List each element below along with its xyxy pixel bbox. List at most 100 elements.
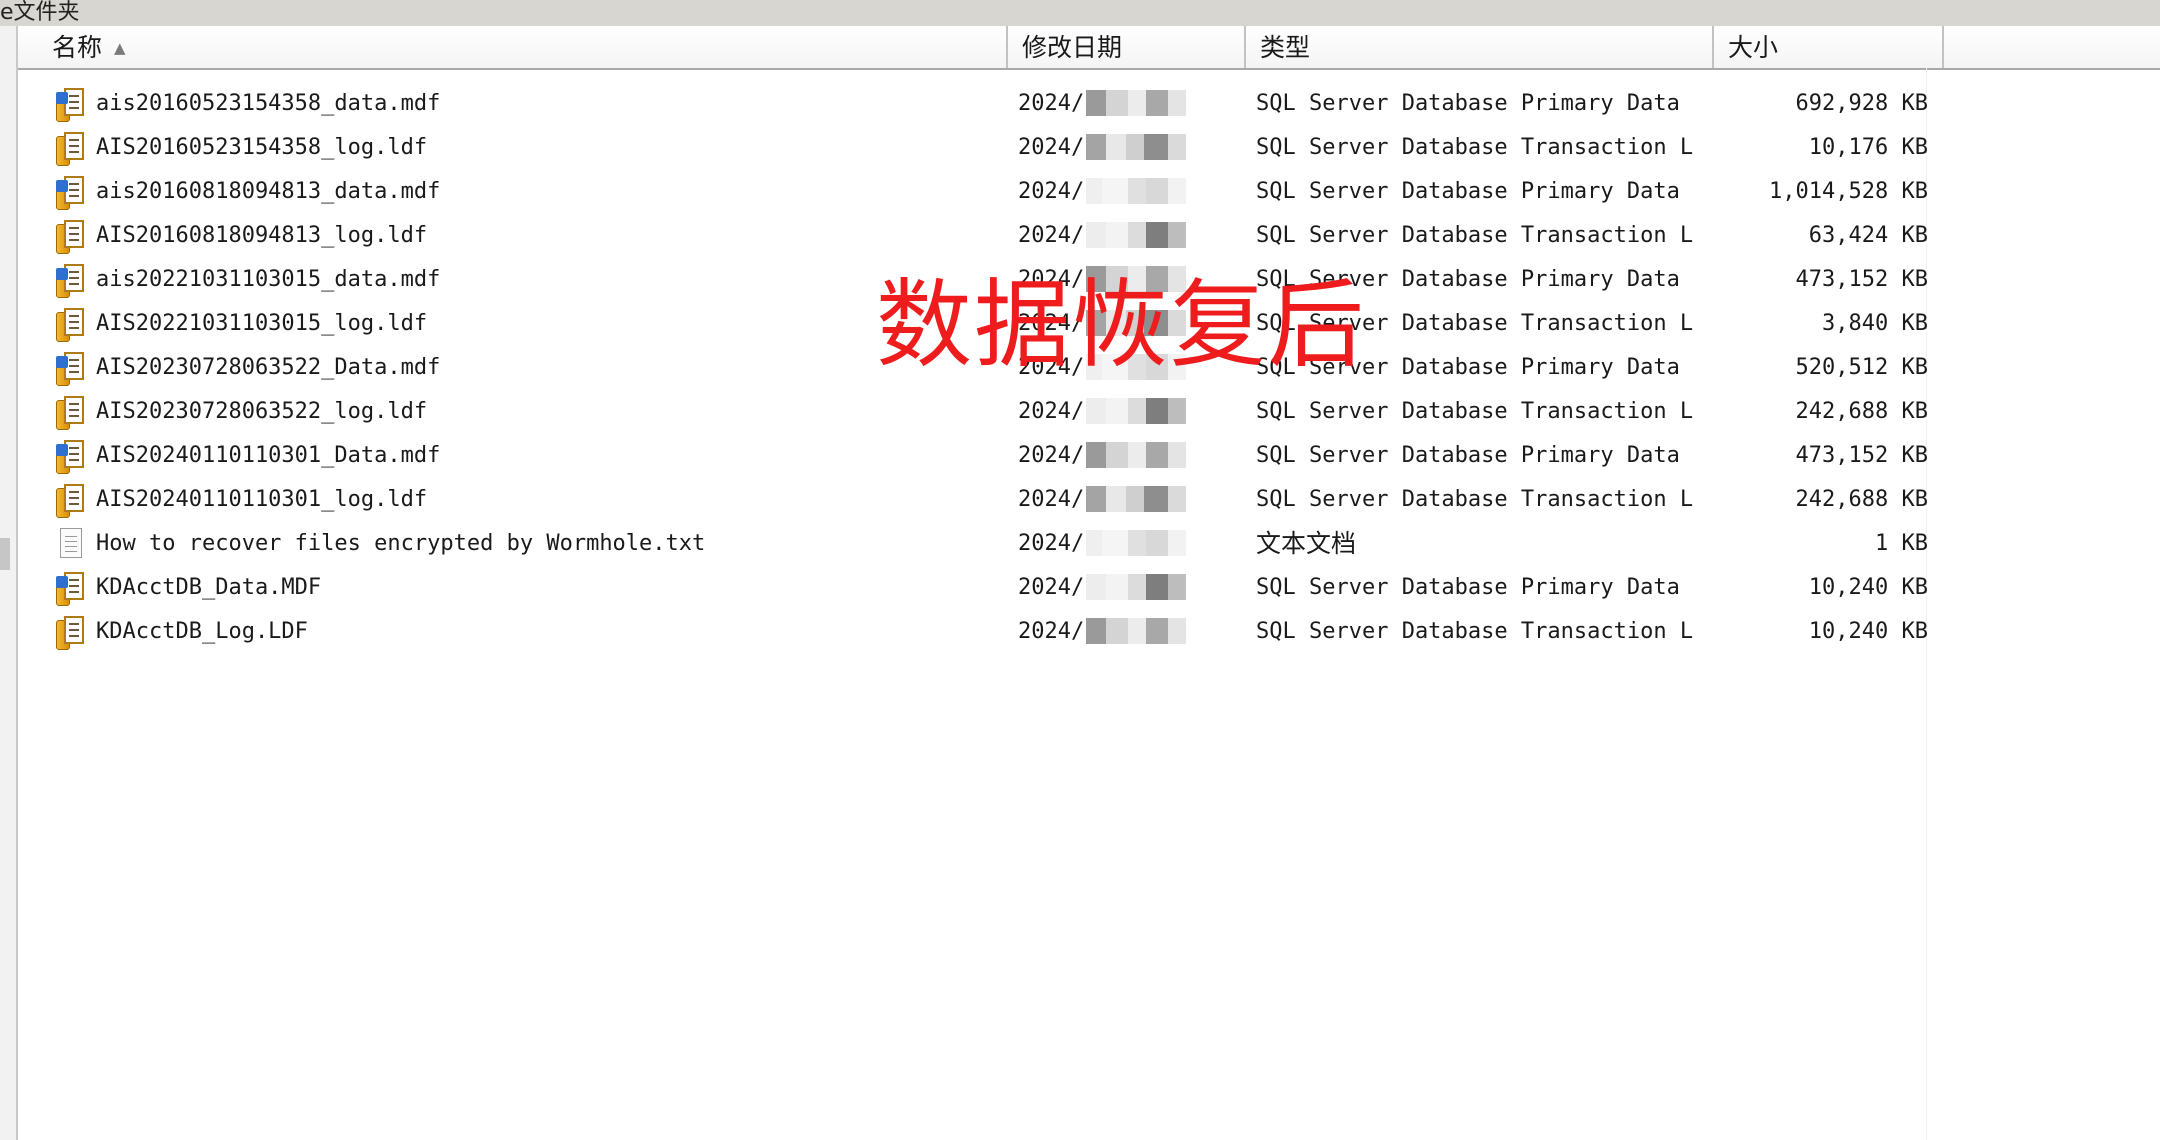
- file-name[interactable]: ais20221031103015_data.mdf: [96, 258, 996, 302]
- file-name[interactable]: ais20160523154358_data.mdf: [96, 82, 996, 126]
- pixel-block: [1086, 222, 1106, 248]
- pixel-block: [1106, 398, 1128, 424]
- file-row[interactable]: KDAcctDB_Data.MDF 2024/(SQL Server Databa…: [18, 566, 1928, 610]
- column-header-size-label: 大小: [1728, 33, 1779, 62]
- file-type: SQL Server Database Transaction L...: [1256, 619, 1696, 644]
- file-size: 242,688 KB: [1795, 487, 1928, 512]
- pixel-block: [1146, 530, 1168, 556]
- file-size: 10,240 KB: [1808, 619, 1928, 644]
- pixel-block: [1168, 134, 1186, 160]
- redacted-date-pixelation: [1086, 486, 1226, 514]
- redacted-date-pixelation: [1086, 618, 1226, 646]
- pixel-block: [1128, 222, 1146, 248]
- file-name[interactable]: AIS20240110110301_Data.mdf: [96, 434, 996, 478]
- file-name[interactable]: How to recover files encrypted by Wormho…: [96, 522, 996, 566]
- pixel-block: [1086, 134, 1106, 160]
- pixel-block: [1106, 442, 1128, 468]
- pixel-block: [1106, 574, 1128, 600]
- redacted-date-pixelation: [1086, 222, 1226, 250]
- navigation-pane-edge[interactable]: [0, 26, 18, 1140]
- pixel-block: [1146, 222, 1168, 248]
- file-row[interactable]: AIS20230728063522_log.ldf 2024/(SQL Serve…: [18, 390, 1928, 434]
- pixel-block: [1146, 178, 1168, 204]
- file-size: 1,014,528 KB: [1769, 179, 1928, 204]
- file-row[interactable]: KDAcctDB_Log.LDF 2024/(SQL Server Databas…: [18, 610, 1928, 654]
- pixel-block: [1146, 398, 1168, 424]
- file-type: SQL Server Database Transaction L...: [1256, 223, 1696, 248]
- sql-log-file-icon: [54, 302, 88, 346]
- file-modified-date: 2024/(: [1018, 531, 1088, 556]
- pixel-block: [1086, 442, 1106, 468]
- file-name[interactable]: ais20160818094813_data.mdf: [96, 170, 996, 214]
- file-name[interactable]: AIS20160523154358_log.ldf: [96, 126, 996, 170]
- redacted-date-pixelation: [1086, 398, 1226, 426]
- file-size: 473,152 KB: [1795, 267, 1928, 292]
- redacted-date-pixelation: [1086, 90, 1226, 118]
- pixel-block: [1128, 530, 1146, 556]
- column-header-filler: [1944, 26, 2160, 68]
- column-header-name[interactable]: 名称 ▲: [18, 26, 1008, 68]
- pixel-block: [1168, 398, 1186, 424]
- pixel-block: [1168, 574, 1186, 600]
- file-name[interactable]: KDAcctDB_Data.MDF: [96, 566, 996, 610]
- pixel-block: [1106, 486, 1126, 512]
- file-size: 3,840 KB: [1822, 311, 1928, 336]
- file-modified-date: 2024/(: [1018, 443, 1088, 468]
- column-header-type[interactable]: 类型: [1246, 26, 1714, 68]
- sql-log-file-icon: [54, 214, 88, 258]
- pixel-block: [1106, 134, 1126, 160]
- pixel-block: [1146, 574, 1168, 600]
- file-row[interactable]: AIS20160818094813_log.ldf 2024/(SQL Serve…: [18, 214, 1928, 258]
- column-header-name-label: 名称: [52, 33, 103, 62]
- pixel-block: [1168, 486, 1186, 512]
- redacted-date-pixelation: [1086, 442, 1226, 470]
- pixel-block: [1144, 486, 1168, 512]
- redacted-date-pixelation: [1086, 574, 1226, 602]
- file-name[interactable]: KDAcctDB_Log.LDF: [96, 610, 996, 654]
- file-modified-date: 2024/(: [1018, 91, 1088, 116]
- pixel-block: [1128, 442, 1146, 468]
- sql-log-file-icon: [54, 126, 88, 170]
- file-type: SQL Server Database Transaction L...: [1256, 487, 1696, 512]
- watermark-caption: 数据恢复后: [876, 269, 1366, 381]
- sql-data-file-icon: [54, 566, 88, 610]
- pixel-block: [1102, 178, 1128, 204]
- sql-data-file-icon: [54, 170, 88, 214]
- pixel-block: [1168, 618, 1186, 644]
- file-name[interactable]: AIS20230728063522_log.ldf: [96, 390, 996, 434]
- file-type: SQL Server Database Primary Data ...: [1256, 443, 1696, 468]
- file-name[interactable]: AIS20221031103015_log.ldf: [96, 302, 996, 346]
- pixel-block: [1128, 574, 1146, 600]
- file-row[interactable]: AIS20240110110301_log.ldf 2024/(SQL Serve…: [18, 478, 1928, 522]
- column-header-size[interactable]: 大小: [1714, 26, 1944, 68]
- pixel-block: [1128, 178, 1146, 204]
- file-name[interactable]: AIS20230728063522_Data.mdf: [96, 346, 996, 390]
- file-modified-date: 2024/(: [1018, 179, 1088, 204]
- sql-log-file-icon: [54, 478, 88, 522]
- file-row[interactable]: How to recover files encrypted by Wormho…: [18, 522, 1928, 566]
- file-type: SQL Server Database Transaction L...: [1256, 135, 1696, 160]
- file-row[interactable]: ais20160818094813_data.mdf 2024/(SQL Serv…: [18, 170, 1928, 214]
- file-row[interactable]: AIS20240110110301_Data.mdf 2024/( SQL Serv…: [18, 434, 1928, 478]
- file-name[interactable]: AIS20240110110301_log.ldf: [96, 478, 996, 522]
- file-name[interactable]: AIS20160818094813_log.ldf: [96, 214, 996, 258]
- pixel-block: [1144, 134, 1168, 160]
- pixel-block: [1146, 618, 1168, 644]
- column-header-type-label: 类型: [1260, 33, 1311, 62]
- pixel-block: [1106, 618, 1128, 644]
- file-row[interactable]: ais20160523154358_data.mdf 2024/(SQL Serv…: [18, 82, 1928, 126]
- file-type: 文本文档: [1256, 529, 1357, 558]
- sort-ascending-icon: ▲: [114, 39, 126, 57]
- file-row[interactable]: AIS20160523154358_log.ldf 2024/(SQL Serve…: [18, 126, 1928, 170]
- pixel-block: [1086, 178, 1102, 204]
- pixel-block: [1128, 398, 1146, 424]
- text-file-icon: [54, 522, 88, 566]
- breadcrumb[interactable]: e文件夹: [0, 0, 80, 26]
- column-header-date[interactable]: 修改日期: [1008, 26, 1246, 68]
- pixel-block: [1146, 442, 1168, 468]
- file-modified-date: 2024/(: [1018, 575, 1088, 600]
- splitter-handle[interactable]: [0, 538, 10, 570]
- pixel-block: [1168, 90, 1186, 116]
- file-size: 520,512 KB: [1795, 355, 1928, 380]
- file-explorer-window: e文件夹 名称 ▲ 修改日期 类型 大小 ais20160523154358_da…: [0, 0, 2160, 1140]
